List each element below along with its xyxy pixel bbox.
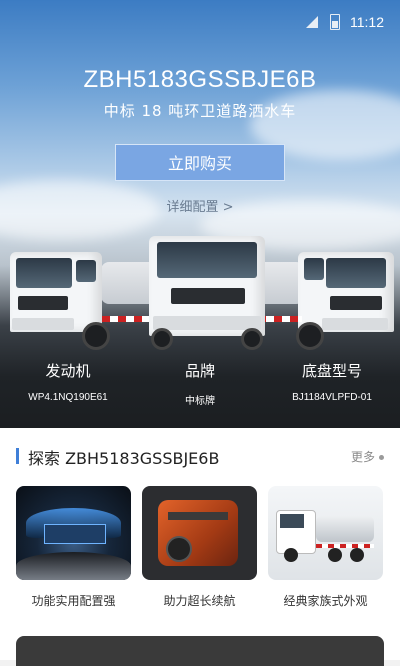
screen-shape: [44, 524, 106, 544]
spec-chassis-value: BJ1184VLPFD-01: [292, 392, 372, 403]
status-time: 11:12: [350, 14, 384, 30]
card-caption-dashboard: 功能实用配置强: [31, 594, 116, 608]
card-caption-engine: 助力超长续航: [163, 594, 236, 608]
truck-image: [276, 506, 376, 566]
hero-banner: 11:12 ZBH5183GSSBJE6B 中标 18 吨环卫道路洒水车 立即购…: [0, 0, 400, 428]
feature-card-engine[interactable]: [142, 486, 257, 580]
arrow-dot-icon: [379, 455, 384, 460]
signal-icon: [306, 16, 318, 28]
spec-chassis-label: 底盘型号: [301, 362, 362, 380]
product-subtitle: 中标 18 吨环卫道路洒水车: [103, 102, 297, 120]
card-caption-exterior: 经典家族式外观: [283, 594, 368, 608]
buy-now-button[interactable]: 立即购买: [115, 144, 285, 181]
engine-pulley: [166, 536, 192, 562]
product-model-title: ZBH5183GSSBJE6B: [83, 66, 317, 93]
spec-brand-label: 品牌: [184, 362, 215, 380]
truck-center-image: [145, 234, 270, 352]
detail-config-link[interactable]: 详细配置 >: [0, 196, 400, 215]
spec-engine-label: 发动机: [45, 362, 91, 380]
section-accent-bar: [16, 448, 19, 464]
spec-engine-value: WP4.1NQ190E61: [28, 392, 108, 403]
status-bar: 11:12: [0, 0, 400, 46]
next-section-peek: [16, 636, 384, 666]
feature-card-dashboard[interactable]: [16, 486, 131, 580]
more-label: 更多: [350, 450, 375, 464]
spec-brand-value: 中标牌: [185, 396, 215, 407]
truck-left-image: [6, 248, 161, 358]
truck-right-image: [254, 248, 398, 358]
engine-detail: [168, 512, 228, 520]
explore-section: 探索 ZBH5183GSSBJE6B 更多 功能实用配置强 助力超长续航 经典家…: [0, 428, 400, 666]
battery-icon: [330, 14, 340, 30]
steering-wheel-shape: [16, 552, 131, 580]
feature-card-exterior[interactable]: [268, 486, 383, 580]
more-link[interactable]: 更多: [351, 448, 384, 465]
explore-title: 探索 ZBH5183GSSBJE6B: [28, 449, 220, 468]
